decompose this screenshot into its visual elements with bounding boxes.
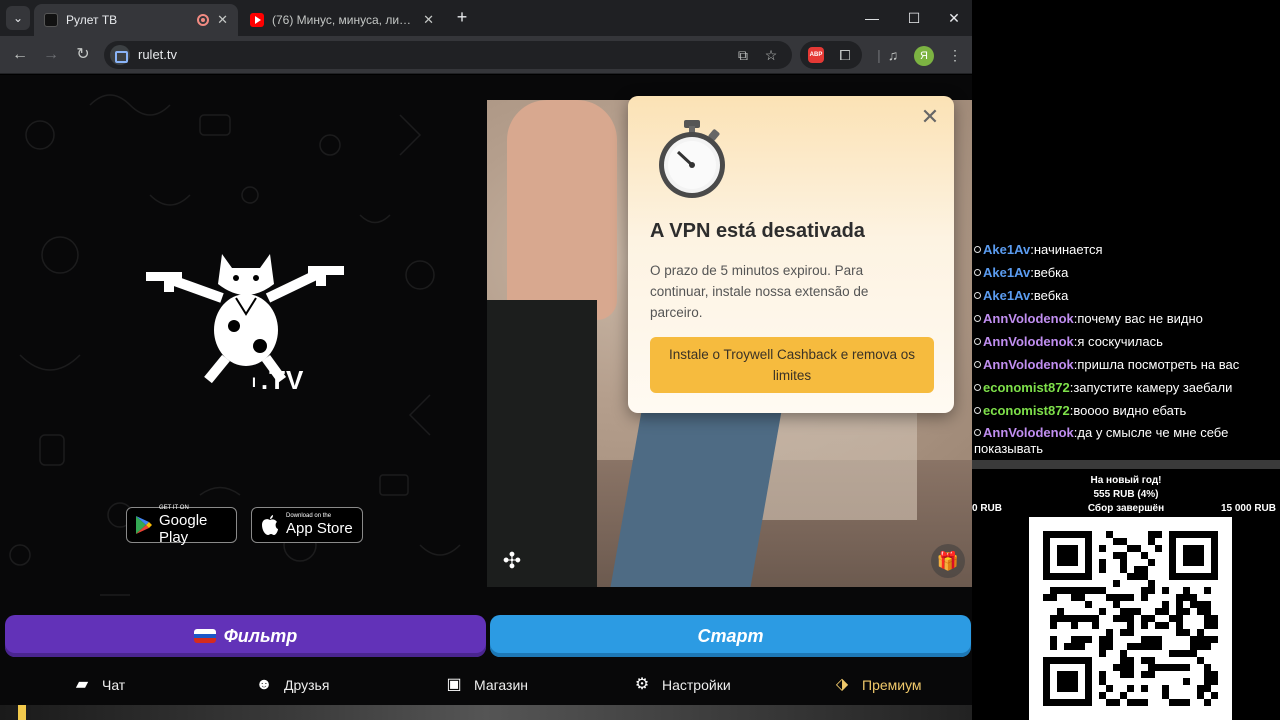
forward-button[interactable]: → — [40, 44, 62, 66]
gift-icon[interactable]: 🎁 — [931, 544, 965, 578]
chat-bullet-icon — [974, 246, 981, 253]
nav-settings[interactable]: ⚙ Настройки — [632, 673, 731, 697]
extensions-group: ABP ⧠ — [800, 41, 862, 69]
nav-chat[interactable]: ▰ Чат — [72, 673, 125, 697]
browser-window: ⌄ Рулет ТВ ✕ (76) Минус, минуса, лиричес… — [0, 0, 972, 720]
app-store-badge[interactable]: Download on the App Store — [251, 507, 363, 543]
popup-text: O prazo de 5 minutos expirou. Para conti… — [650, 263, 869, 320]
media-controls-icon[interactable]: ♫ — [884, 46, 902, 64]
logo-wordmark: I .TV — [252, 365, 305, 395]
chat-message: economist872:воооо видно ебать — [972, 399, 1280, 422]
chat-message: AnnVolodenok:да у смысле че мне себе пок… — [974, 425, 1229, 456]
chat-bullet-icon — [974, 361, 981, 368]
back-button[interactable]: ← — [9, 44, 31, 66]
chat-message: AnnVolodenok:пришла посмотреть на вас — [972, 353, 1280, 376]
chat-message: Ake1Av:вебка — [972, 284, 1280, 307]
tab-search-button[interactable]: ⌄ — [6, 6, 30, 30]
profile-avatar[interactable]: Я — [914, 46, 934, 66]
filter-label: Фильтр — [223, 625, 298, 646]
rulet-favicon-icon — [44, 13, 58, 27]
url-text: rulet.tv — [138, 47, 178, 62]
minimize-button[interactable]: — — [862, 8, 882, 28]
browser-toolbar: ← → ↻ rulet.tv ⧉ ☆ ABP ⧠ | ♫ Я ⋮ — [0, 36, 972, 74]
tab-strip: ⌄ Рулет ТВ ✕ (76) Минус, минуса, лиричес… — [0, 0, 972, 36]
chat-bullet-icon — [974, 292, 981, 299]
friends-icon: ☻ — [255, 676, 273, 693]
chat-message: economist872:запустите камеру заебали — [972, 376, 1280, 399]
donation-max: 15 000 RUB — [1220, 503, 1276, 514]
chat-icon: ▰ — [75, 676, 89, 693]
reload-button[interactable]: ↻ — [72, 44, 94, 66]
address-bar[interactable]: rulet.tv ⧉ ☆ — [104, 41, 792, 69]
recording-icon — [197, 14, 210, 26]
close-tab-icon[interactable]: ✕ — [423, 12, 434, 28]
close-tab-icon[interactable]: ✕ — [217, 12, 228, 28]
donation-title: На новый год! — [1090, 475, 1162, 486]
popup-close-icon[interactable]: ✕ — [918, 106, 942, 130]
tab-title: Рулет ТВ — [66, 13, 118, 27]
start-label: Старт — [697, 625, 764, 646]
russia-flag-icon — [193, 629, 216, 643]
close-window-button[interactable]: ✕ — [944, 8, 964, 28]
chat-message: Ake1Av:вебка — [972, 261, 1280, 284]
vpn-popup: ✕ A VPN está desativada O prazo de 5 min… — [628, 96, 954, 413]
stopwatch-icon — [659, 120, 725, 198]
chat-message: AnnVolodenok:почему вас не видно — [972, 307, 1280, 330]
nav-friends[interactable]: ☻ Друзья — [254, 673, 330, 697]
browser-menu-icon[interactable]: ⋮ — [946, 46, 964, 64]
nav-shop[interactable]: ▣ Магазин — [444, 673, 528, 697]
apple-icon — [262, 515, 278, 535]
maximize-button[interactable]: ☐ — [904, 8, 924, 28]
chat-bullet-icon — [974, 315, 981, 322]
adblock-plus-icon[interactable]: ABP — [808, 47, 824, 63]
bottom-strip — [0, 705, 972, 720]
overlay-divider — [972, 460, 1280, 469]
tab-youtube[interactable]: (76) Минус, минуса, лирическ ✕ — [240, 4, 444, 36]
new-tab-button[interactable]: + — [452, 8, 472, 28]
donation-qr-code — [1029, 517, 1232, 720]
video-person-1 — [507, 100, 617, 320]
chat-bullet-icon — [974, 338, 981, 345]
google-play-icon — [136, 516, 152, 534]
stream-overlay: Ake1Av:начинается Ake1Av:вебка Ake1Av:ве… — [972, 0, 1280, 720]
filter-button[interactable]: Фильтр — [5, 615, 486, 657]
extensions-puzzle-icon[interactable]: ⧠ — [836, 46, 854, 64]
chat-bullet-icon — [974, 384, 981, 391]
screen: ⌄ Рулет ТВ ✕ (76) Минус, минуса, лиричес… — [0, 0, 1280, 720]
premium-tag-icon: ⬗ — [835, 676, 849, 693]
google-play-badge[interactable]: GET IT ON Google Play — [126, 505, 237, 546]
gamepad-icon[interactable]: ✣ — [495, 544, 529, 578]
stream-chat: Ake1Av:начинается Ake1Av:вебка Ake1Av:ве… — [972, 238, 1280, 457]
video-person-1-pants — [487, 300, 597, 587]
donation-amount: 555 RUB (4%) — [1093, 489, 1159, 500]
tab-rulet[interactable]: Рулет ТВ ✕ — [34, 4, 238, 36]
nav-premium[interactable]: ⬗ Премиум — [832, 673, 922, 697]
chat-bullet-icon — [974, 407, 981, 414]
chat-message: AnnVolodenok:я соскучилась — [972, 330, 1280, 353]
site-info-icon[interactable] — [110, 45, 130, 65]
popup-title: A VPN está desativada — [650, 220, 865, 242]
shop-bag-icon: ▣ — [446, 676, 462, 693]
install-cashback-button[interactable]: Instale o Troywell Cashback e remova os … — [650, 337, 934, 393]
rulet-page: I .TV GET IT ON Google Play Download on … — [0, 75, 972, 720]
rulet-cat-logo — [146, 254, 344, 384]
youtube-favicon-icon — [250, 13, 264, 27]
chat-bullet-icon — [974, 429, 981, 436]
gear-icon: ⚙ — [634, 676, 650, 693]
chat-message: Ake1Av:начинается — [972, 238, 1280, 261]
bottom-strip-accent — [18, 705, 26, 720]
start-button[interactable]: Старт — [490, 615, 971, 657]
bookmark-star-icon[interactable]: ☆ — [762, 46, 780, 64]
qr-code-image — [1043, 531, 1218, 706]
chat-bullet-icon — [974, 269, 981, 276]
tab-title: (76) Минус, минуса, лирическ — [272, 13, 415, 27]
bottom-nav: ▰ Чат ☻ Друзья ▣ Магазин ⚙ Настройки ⬗ П… — [0, 665, 972, 705]
install-app-icon[interactable]: ⧉ — [734, 46, 752, 64]
